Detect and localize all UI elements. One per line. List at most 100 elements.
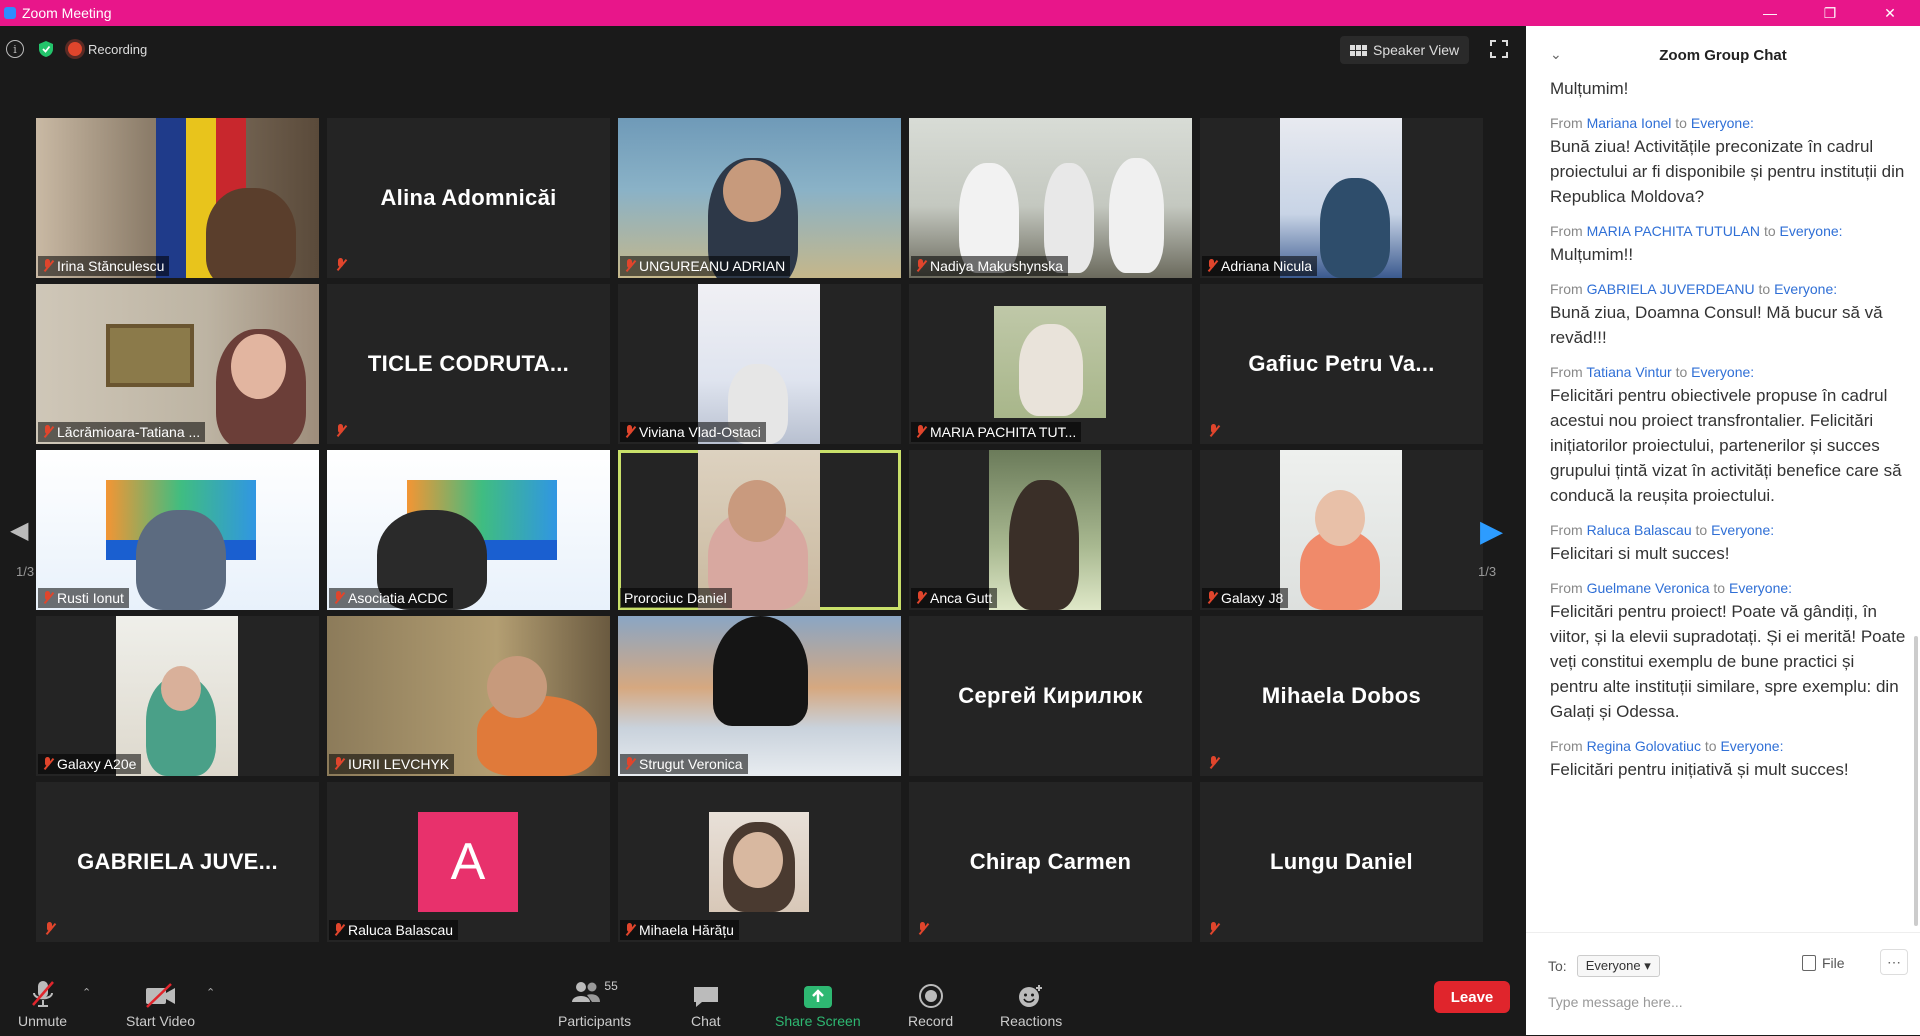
file-button[interactable]: File [1802,955,1845,971]
fullscreen-icon[interactable] [1490,40,1508,58]
speaker-view-label: Speaker View [1373,42,1460,58]
video-tile[interactable]: MARIA PACHITA TUT... [909,284,1192,444]
more-options-icon[interactable]: ⋯ [1880,949,1908,975]
sender-name[interactable]: Regina Golovatiuc [1587,738,1701,754]
sender-name[interactable]: Guelmane Veronica [1587,580,1710,596]
record-button[interactable]: Record [908,975,953,1029]
video-tile[interactable]: Galaxy A20e [36,616,319,776]
next-page-arrow-icon[interactable]: ▶ [1480,514,1503,549]
video-tile[interactable]: Viviana Vlad-Ostaci [618,284,901,444]
chat-message-text: Felicitări pentru proiect! Poate vă gând… [1550,602,1906,721]
video-tile[interactable]: Nadiya Makushynska [909,118,1192,278]
chat-message-header: From MARIA PACHITA TUTULAN to Everyone: [1550,223,1843,239]
chat-panel: ⌄ Zoom Group Chat Mulțumim! From Mariana… [1526,26,1920,1035]
video-tile-active-speaker[interactable]: Prorociuc Daniel [618,450,901,610]
sender-name[interactable]: Mariana Ionel [1587,115,1672,131]
participant-name: Prorociuc Daniel [620,588,732,608]
video-tile[interactable]: IURII LEVCHYK [327,616,610,776]
sender-name[interactable]: Raluca Balascau [1587,522,1692,538]
video-tile[interactable]: Mihaela Hărățu [618,782,901,942]
sender-name[interactable]: GABRIELA JUVERDEANU [1587,281,1755,297]
muted-mic-icon [1208,756,1219,770]
encryption-shield-icon[interactable] [38,40,54,58]
muted-mic-icon [42,425,53,439]
mic-muted-icon [31,981,54,1007]
restore-icon[interactable]: ❐ [1800,0,1860,26]
share-screen-button[interactable]: Share Screen [775,975,861,1029]
video-tile[interactable]: GABRIELA JUVE... [36,782,319,942]
video-options-caret-icon[interactable]: ⌃ [206,986,215,999]
video-tile[interactable]: Strugut Veronica [618,616,901,776]
chat-message: From Regina Golovatiuc to Everyone: Feli… [1550,738,1906,782]
video-tile[interactable]: Lăcrămioara-Tatiana ... [36,284,319,444]
reactions-button[interactable]: Reactions [1000,975,1062,1029]
participant-name: Rusti Ionut [38,588,129,608]
muted-mic-icon [915,259,926,273]
video-tile[interactable]: A Raluca Balascau [327,782,610,942]
chat-scrollbar[interactable] [1914,636,1918,926]
chat-message-text: Mulțumim!! [1550,245,1634,264]
participants-button[interactable]: 55 Participants [558,975,631,1029]
recipient-dropdown[interactable]: Everyone ▾ [1576,955,1660,977]
close-icon[interactable]: ✕ [1860,0,1920,26]
video-tile[interactable]: TICLE CODRUTA... [327,284,610,444]
participant-display-name: GABRIELA JUVE... [77,849,278,874]
chat-message: From MARIA PACHITA TUTULAN to Everyone: … [1550,223,1906,267]
video-tile[interactable]: Chirap Carmen [909,782,1192,942]
chat-message-list[interactable]: Mulțumim! From Mariana Ionel to Everyone… [1550,76,1906,936]
audio-options-caret-icon[interactable]: ⌃ [82,986,91,999]
recipient-name: Everyone: [1720,738,1784,754]
leave-button[interactable]: Leave [1434,981,1510,1013]
prev-page-arrow-icon[interactable]: ◀ [10,516,28,545]
muted-mic-icon [917,922,928,936]
meeting-status-bar: i Recording [6,40,147,58]
speaker-view-button[interactable]: Speaker View [1340,36,1470,64]
video-tile[interactable]: Asociatia ACDC [327,450,610,610]
window-controls: — ❐ ✕ [1740,0,1920,26]
recipient-name: Everyone: [1729,580,1793,596]
recipient-name: Everyone: [1774,281,1838,297]
muted-mic-icon [1206,591,1217,605]
to-label: To: [1548,958,1567,974]
sender-name[interactable]: MARIA PACHITA TUTULAN [1587,223,1760,239]
muted-mic-icon [624,425,635,439]
video-tile[interactable]: Galaxy J8 [1200,450,1483,610]
sender-name[interactable]: Tatiana Vintur [1586,364,1671,380]
chat-button[interactable]: Chat [691,975,721,1029]
file-label: File [1822,955,1845,971]
video-tile[interactable]: Mihaela Dobos [1200,616,1483,776]
video-tile[interactable]: Rusti Ionut [36,450,319,610]
participant-name: Viviana Vlad-Ostaci [620,422,766,442]
participant-avatar: A [418,812,518,912]
participants-icon [572,982,601,1002]
muted-mic-icon [915,591,926,605]
muted-mic-icon [335,424,346,438]
video-tile[interactable]: UNGUREANU ADRIAN [618,118,901,278]
video-tile[interactable]: Gafiuc Petru Va... [1200,284,1483,444]
unmute-button[interactable]: Unmute [18,975,67,1029]
chat-icon [693,987,718,1007]
meeting-info-icon[interactable]: i [6,40,24,58]
video-tile[interactable]: Сергей Кирилюк [909,616,1192,776]
chat-message-input[interactable] [1546,993,1890,1011]
chat-message-text: Felicitări pentru inițiativă și mult suc… [1550,760,1849,779]
video-tile[interactable]: Alina Adomnicăi [327,118,610,278]
muted-mic-icon [333,591,344,605]
chat-message-text: Bună ziua! Activitățile preconizate în c… [1550,137,1905,206]
participants-label: Participants [558,1013,632,1029]
start-video-button[interactable]: Start Video [126,975,195,1029]
video-tile[interactable]: Adriana Nicula [1200,118,1483,278]
chat-message: From Mariana Ionel to Everyone: Bună ziu… [1550,115,1906,209]
video-tile[interactable]: Irina Stănculescu [36,118,319,278]
video-tile[interactable]: Lungu Daniel [1200,782,1483,942]
recipient-name: Everyone: [1711,522,1775,538]
recording-indicator[interactable]: Recording [68,42,147,57]
video-tile[interactable]: Anca Gutt [909,450,1192,610]
start-video-label: Start Video [126,1013,196,1029]
minimize-icon[interactable]: — [1740,0,1800,26]
chat-message-text: Felicitari si mult succes! [1550,544,1730,563]
unmute-label: Unmute [18,1013,68,1029]
participant-name: Irina Stănculescu [38,256,170,276]
chat-message: From Tatiana Vintur to Everyone: Felicit… [1550,364,1906,508]
zoom-app-icon [4,7,16,19]
